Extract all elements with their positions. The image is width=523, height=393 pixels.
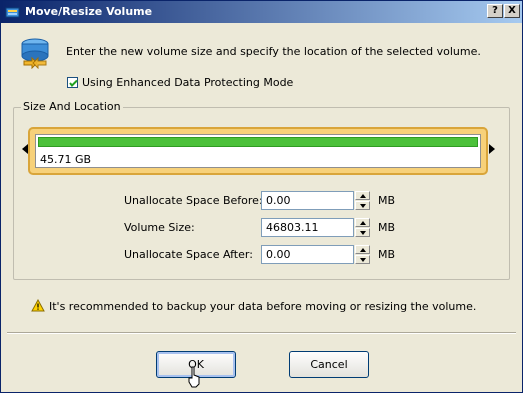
unallocated-after-spinner[interactable] <box>355 245 370 264</box>
volume-size-spinner[interactable] <box>355 218 370 237</box>
unallocated-after-label: Unallocate Space After: <box>124 248 253 261</box>
unallocated-before-spinner[interactable] <box>355 191 370 210</box>
unallocated-after-input[interactable]: 0.00 <box>261 245 354 264</box>
unallocated-before-unit: MB <box>378 194 396 207</box>
spin-up-icon[interactable] <box>355 245 370 254</box>
spin-up-icon[interactable] <box>355 191 370 200</box>
unallocated-before-label: Unallocate Space Before: <box>124 194 263 207</box>
partition-size-label: 45.71 GB <box>40 153 92 166</box>
spin-down-icon[interactable] <box>355 201 370 210</box>
cancel-button[interactable]: Cancel <box>289 351 369 378</box>
spin-down-icon[interactable] <box>355 255 370 264</box>
partition-block[interactable]: 45.71 GB <box>35 134 481 168</box>
window-title: Move/Resize Volume <box>25 5 153 18</box>
app-icon <box>5 7 20 18</box>
enhanced-protect-label: Using Enhanced Data Protecting Mode <box>82 76 294 89</box>
unallocated-after-unit: MB <box>378 248 396 261</box>
size-location-label: Size And Location <box>21 100 123 113</box>
help-button[interactable]: ? <box>487 4 503 18</box>
partition-used-bar <box>38 137 478 147</box>
mouse-cursor-icon <box>188 366 200 388</box>
partition-map[interactable]: 45.71 GB <box>28 127 488 175</box>
backup-warning-text: It's recommended to backup your data bef… <box>49 300 477 313</box>
spin-down-icon[interactable] <box>355 228 370 237</box>
spin-up-icon[interactable] <box>355 218 370 227</box>
warning-icon <box>31 299 45 312</box>
close-button[interactable]: X <box>504 4 520 18</box>
checkmark-icon <box>69 79 78 87</box>
volume-size-label: Volume Size: <box>124 221 195 234</box>
footer-divider <box>7 332 516 334</box>
instruction-text: Enter the new volume size and specify th… <box>66 45 481 58</box>
move-resize-dialog: Move/Resize Volume ? X Enter the new vol… <box>0 0 523 393</box>
volume-resize-icon <box>21 38 49 69</box>
title-bar[interactable]: Move/Resize Volume ? X <box>1 1 522 23</box>
enhanced-protect-checkbox[interactable] <box>67 77 78 88</box>
volume-size-input[interactable]: 46803.11 <box>261 218 354 237</box>
unallocated-before-input[interactable]: 0.00 <box>261 191 354 210</box>
right-resize-handle[interactable] <box>489 144 495 154</box>
volume-size-unit: MB <box>378 221 396 234</box>
